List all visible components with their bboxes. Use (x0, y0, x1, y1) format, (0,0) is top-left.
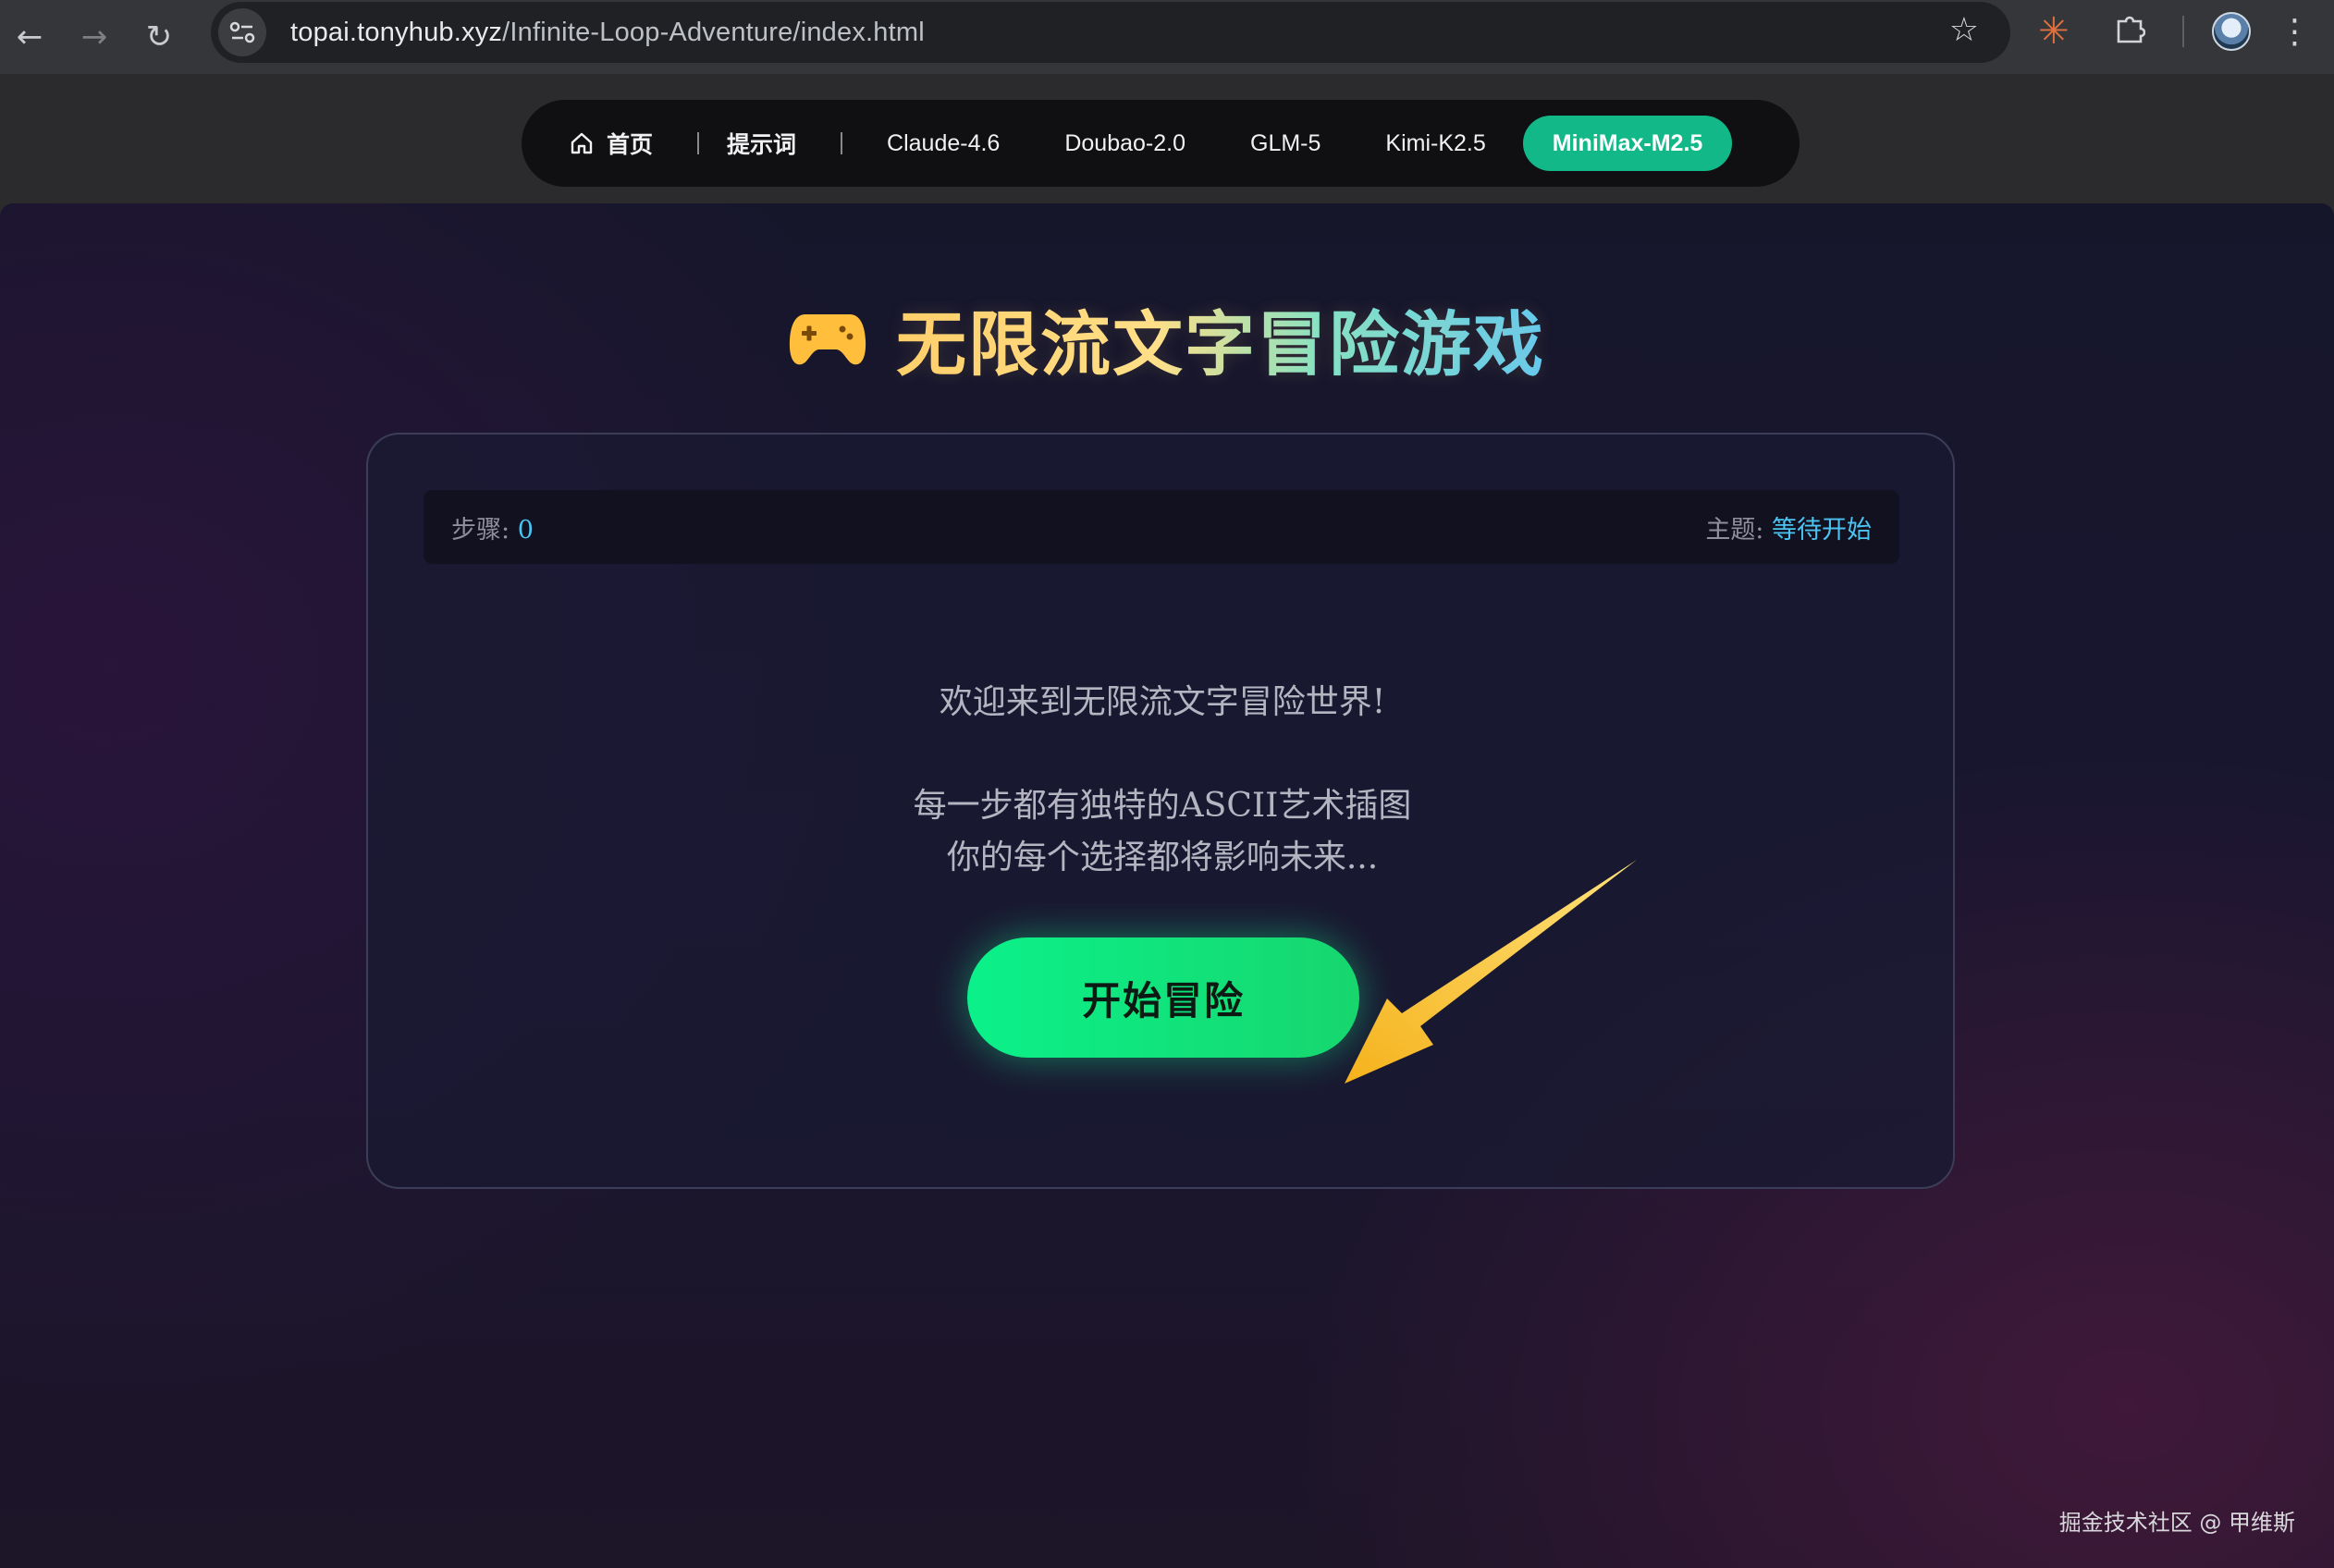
step-label: 步骤: (451, 515, 518, 545)
forward-icon[interactable]: → (68, 11, 120, 63)
star-icon[interactable]: ☆ (1949, 11, 1979, 49)
nav-item-kimi[interactable]: Kimi-K2.5 (1385, 130, 1485, 157)
theme-label: 主题: (1705, 515, 1772, 545)
status-bar: 步骤: 0 主题: 等待开始 (424, 490, 1899, 564)
nav-item-prompts[interactable]: 提示词 (727, 127, 796, 160)
game-card: 步骤: 0 主题: 等待开始 欢迎来到无限流文字冒险世界! 每一步都有独特的AS… (366, 433, 1955, 1189)
browser-toolbar: ← → ↻ topai.tonyhub.xyz/Infinite-Loop-Ad… (0, 0, 2334, 74)
game-area: 无限流文字冒险游戏 步骤: 0 主题: 等待开始 欢迎来到无限流文字冒险世界! … (0, 203, 2334, 1568)
avatar[interactable] (2211, 12, 2251, 51)
nav-item-label: GLM-5 (1250, 129, 1321, 156)
nav-item-label: 首页 (607, 131, 654, 158)
more-icon[interactable]: ⋮ (2279, 13, 2312, 51)
model-nav: 首页 提示词 Claude-4.6 Doubao-2.0 GLM-5 Kimi-… (522, 100, 1800, 187)
step-value: 0 (517, 515, 534, 545)
nav-item-label: Claude-4.6 (887, 129, 1001, 156)
url-path: /Infinite-Loop-Adventure/index.html (502, 17, 925, 47)
nav-item-label: 提示词 (727, 131, 797, 158)
nav-item-claude[interactable]: Claude-4.6 (887, 130, 1000, 157)
description: 每一步都有独特的ASCII艺术插图 你的每个选择都将影响未来... (368, 780, 1957, 884)
nav-item-label: MiniMax-M2.5 (1552, 129, 1703, 156)
url-host: topai.tonyhub.xyz (290, 17, 503, 47)
theme-value: 等待开始 (1772, 515, 1872, 545)
puzzle-icon[interactable] (2114, 12, 2145, 52)
step-status: 步骤: 0 (451, 509, 534, 545)
annotation-arrow-icon (1345, 860, 1637, 1084)
page-title: 无限流文字冒险游戏 (896, 288, 1545, 389)
extension-burst-icon[interactable]: ✳ (2038, 10, 2070, 53)
nav-item-glm[interactable]: GLM-5 (1250, 130, 1321, 157)
nav-item-home[interactable]: 首页 (570, 127, 653, 160)
url-text[interactable]: topai.tonyhub.xyz/Infinite-Loop-Adventur… (290, 18, 925, 48)
home-icon (571, 132, 593, 154)
watermark: 掘金技术社区 @ 甲维斯 (2058, 1510, 2295, 1536)
nav-separator (841, 132, 843, 154)
nav-item-minimax[interactable]: MiniMax-M2.5 (1522, 116, 1733, 171)
title-row: 无限流文字冒险游戏 (0, 292, 2334, 386)
site-info-icon[interactable] (218, 8, 266, 56)
back-icon[interactable]: ← (4, 11, 55, 63)
nav-item-doubao[interactable]: Doubao-2.0 (1064, 130, 1185, 157)
nav-item-label: Kimi-K2.5 (1385, 129, 1486, 156)
start-adventure-button[interactable]: 开始冒险 (967, 937, 1359, 1058)
page: 首页 提示词 Claude-4.6 Doubao-2.0 GLM-5 Kimi-… (0, 74, 2334, 1568)
welcome-text: 欢迎来到无限流文字冒险世界! (939, 683, 1386, 721)
toolbar-divider (2181, 16, 2184, 47)
address-bar[interactable]: topai.tonyhub.xyz/Infinite-Loop-Adventur… (211, 2, 2010, 63)
reload-icon[interactable]: ↻ (133, 11, 185, 63)
description-line: 每一步都有独特的ASCII艺术插图 (913, 787, 1412, 825)
nav-item-label: Doubao-2.0 (1064, 129, 1185, 156)
description-line: 你的每个选择都将影响未来... (946, 839, 1379, 876)
gamepad-icon (789, 314, 866, 365)
nav-separator (697, 132, 700, 154)
theme-status: 主题: 等待开始 (1705, 509, 1872, 545)
